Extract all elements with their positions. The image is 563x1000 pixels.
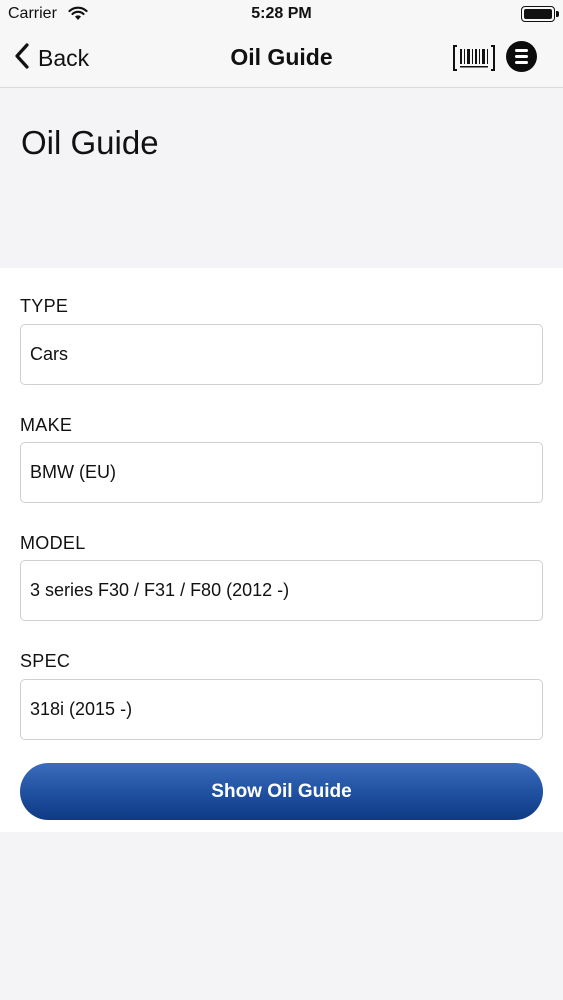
menu-button[interactable]: [506, 41, 537, 72]
status-time: 5:28 PM: [251, 5, 312, 22]
type-value: Cars: [30, 344, 69, 364]
show-oil-guide-button[interactable]: Show Oil Guide: [20, 763, 543, 820]
battery-icon: [521, 6, 559, 22]
spec-select[interactable]: 318i (2015 -): [20, 679, 543, 740]
make-select[interactable]: BMW (EU): [20, 442, 543, 503]
spec-label: SPEC: [20, 651, 71, 671]
spec-value: 318i (2015 -): [30, 699, 133, 719]
model-select[interactable]: 3 series F30 / F31 / F80 (2012 -): [20, 560, 543, 621]
menu-icon: [515, 49, 528, 52]
model-label: MODEL: [20, 533, 86, 553]
barcode-scan-button[interactable]: [452, 43, 496, 73]
barcode-icon: [453, 45, 495, 71]
navigation-bar: Back Oil Guide: [0, 30, 563, 88]
status-bar: Carrier 5:28 PM: [0, 0, 563, 30]
make-label: MAKE: [20, 415, 73, 435]
model-value: 3 series F30 / F31 / F80 (2012 -): [30, 580, 290, 600]
make-value: BMW (EU): [30, 462, 116, 482]
oil-guide-form: TYPE Cars MAKE BMW (EU) MODEL 3 series F…: [0, 268, 563, 832]
type-select[interactable]: Cars: [20, 324, 543, 385]
type-label: TYPE: [20, 296, 69, 316]
page-title: Oil Guide: [21, 124, 159, 161]
